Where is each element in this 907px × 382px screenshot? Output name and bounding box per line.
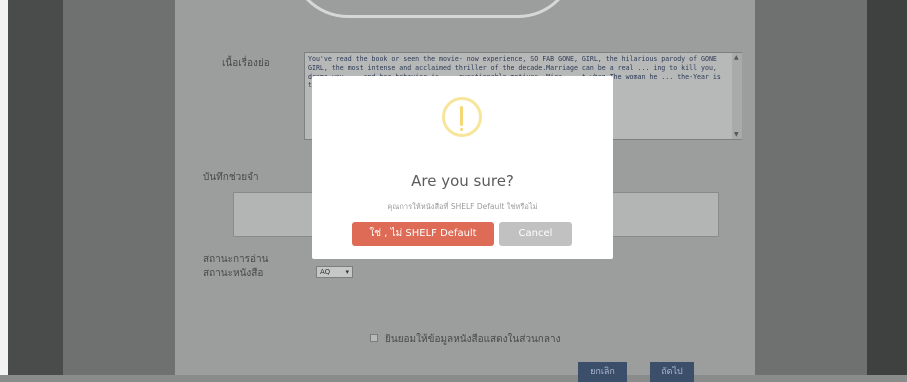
consent-label: ยินยอมให้ข้อมูลหนังสือแสดงในส่วนกลาง (385, 334, 561, 345)
dialog-cancel-button[interactable]: Cancel (499, 222, 572, 246)
note-label: บันทึกช่วยจำ (203, 172, 259, 183)
confirm-button[interactable]: ใช่ , ไม่ SHELF Default (352, 222, 494, 246)
chevron-down-icon: ▾ (345, 268, 349, 276)
next-button[interactable]: ถัดไป (650, 362, 694, 382)
header-arc (290, 0, 576, 18)
book-status-select[interactable]: AQ ▾ (316, 266, 353, 278)
description-label: เนื้อเรื่องย่อ (222, 58, 270, 69)
left-margin (63, 0, 175, 375)
scroll-up-icon[interactable]: ▲ (734, 54, 739, 61)
dialog-title: Are you sure? (411, 172, 514, 190)
right-margin (755, 0, 867, 375)
left-gutter (8, 0, 63, 375)
scroll-down-icon[interactable]: ▼ (734, 131, 739, 138)
description-scrollbar[interactable]: ▲ ▼ (732, 53, 742, 139)
book-status-label: สถานะหนังสือ (203, 268, 264, 279)
book-status-value: AQ (320, 268, 331, 276)
dialog-message: คุณการให้หนังสือที่ SHELF Default ใช่หรื… (387, 202, 538, 211)
cancel-button[interactable]: ยกเลิก (578, 362, 627, 382)
warning-icon (442, 97, 482, 137)
consent-checkbox[interactable] (370, 334, 378, 342)
left-edge (0, 0, 8, 375)
right-gutter (867, 0, 907, 375)
reading-status-label: สถานะการอ่าน (203, 254, 269, 265)
